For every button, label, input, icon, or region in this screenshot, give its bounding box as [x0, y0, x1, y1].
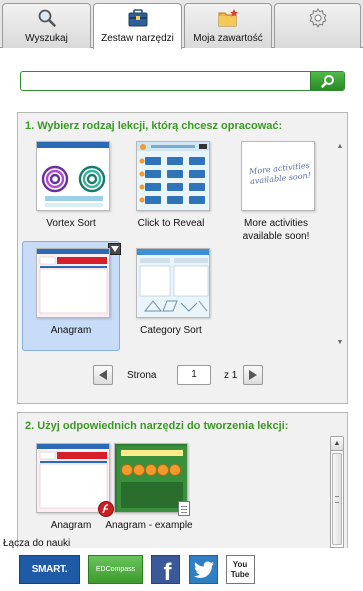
youtube-icon: You Tube: [230, 559, 250, 579]
page-count: z 1: [224, 370, 238, 381]
scroll-thumb[interactable]: [332, 453, 342, 545]
tab-toolkit[interactable]: Zestaw narzędzi: [93, 3, 182, 49]
search-icon: [320, 75, 334, 88]
page-label: Strona: [127, 370, 157, 381]
magnifier-icon: [3, 7, 90, 29]
tool-anagram-thumbnail: [36, 443, 110, 513]
lesson-type-section: 1. Wybierz rodzaj lekcji, którą chcesz o…: [17, 112, 348, 404]
tab-my-content-label: Moja zawartość: [193, 33, 263, 44]
search-button[interactable]: [310, 72, 344, 90]
toolbox-icon: [94, 7, 181, 29]
anagram-thumbnail: [36, 248, 110, 318]
tab-toolkit-label: Zestaw narzędzi: [101, 33, 174, 44]
tool-anagram-example-thumbnail: [114, 443, 188, 513]
toolkit-panel: 1. Wybierz rodzaj lekcji, którą chcesz o…: [0, 48, 363, 591]
arrow-left-icon: [99, 370, 107, 380]
scroll-up-icon[interactable]: ▲: [336, 143, 344, 151]
tab-my-content[interactable]: Moja zawartość: [184, 3, 272, 49]
twitter-link-button[interactable]: [189, 555, 218, 584]
tab-search[interactable]: Wyszukaj: [2, 3, 91, 49]
tab-search-label: Wyszukaj: [25, 33, 68, 44]
click-to-reveal-thumbnail: [136, 141, 210, 211]
tab-settings[interactable]: [274, 3, 361, 49]
page-number-input[interactable]: 1: [177, 365, 211, 385]
section2-title: 2. Użyj odpowiednich narzędzi do tworzen…: [25, 420, 289, 432]
document-icon: [178, 501, 190, 516]
previous-page-button[interactable]: [93, 365, 113, 385]
vortex-sort-thumbnail: [36, 141, 110, 211]
smart-link-button[interactable]: SMART.: [19, 555, 80, 584]
arrow-right-icon: [249, 370, 257, 380]
tools-scrollbar[interactable]: ▲ ▼: [330, 436, 344, 562]
twitter-bird-icon: [193, 561, 214, 578]
more-activities-thumbnail: More activities available soon!: [241, 141, 315, 211]
next-page-button[interactable]: [243, 365, 263, 385]
folder-star-icon: [185, 7, 271, 29]
category-sort-label: Category Sort: [140, 325, 202, 336]
activities-scrollbar[interactable]: ▲ ▼: [333, 137, 347, 353]
facebook-link-button[interactable]: f: [151, 555, 180, 586]
more-activities-label: More activities available soon!: [242, 218, 310, 242]
tab-bar: Wyszukaj Zestaw narzędzi Moja zawartość: [0, 0, 363, 49]
search-box: [20, 71, 345, 91]
edcompass-link-button[interactable]: EDCompass: [88, 555, 143, 584]
category-sort-thumbnail: [136, 248, 210, 318]
click-to-reveal-label: Click to Reveal: [137, 218, 205, 229]
vortex-sort-label: Vortex Sort: [46, 218, 96, 229]
facebook-icon: f: [163, 558, 172, 586]
youtube-link-button[interactable]: You Tube: [226, 555, 255, 584]
scroll-down-icon[interactable]: ▼: [336, 339, 344, 347]
more-activities-handwriting: More activities available soon!: [248, 160, 312, 187]
section1-title: 1. Wybierz rodzaj lekcji, którą chcesz o…: [25, 120, 283, 132]
flash-icon: [98, 501, 114, 517]
scroll-up-icon[interactable]: ▲: [331, 437, 343, 451]
search-input[interactable]: [21, 72, 311, 90]
pagination: Strona 1 z 1: [93, 365, 263, 387]
dropdown-arrow-icon: [110, 246, 119, 252]
anagram-label: Anagram: [50, 325, 92, 336]
learning-links-bar: SMART. EDCompass f You Tube: [0, 548, 363, 591]
gear-icon: [275, 7, 360, 29]
tool-anagram-example-label: Anagram - example: [105, 520, 193, 531]
